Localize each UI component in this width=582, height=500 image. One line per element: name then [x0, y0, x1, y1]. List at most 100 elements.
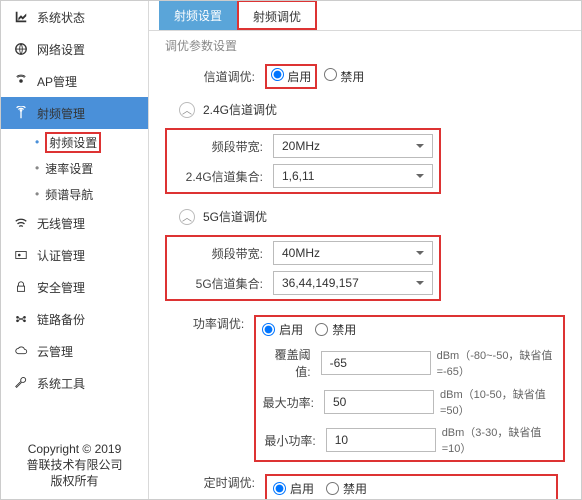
- select-bw-5g[interactable]: 40MHz: [273, 241, 433, 265]
- radio-disable[interactable]: 禁用: [315, 321, 356, 338]
- radio-label: 禁用: [343, 480, 367, 497]
- group-5g[interactable]: ︿ 5G信道调优: [165, 208, 565, 225]
- sub-rf-settings[interactable]: 射频设置: [1, 129, 148, 155]
- nav-label: 网络设置: [37, 41, 85, 58]
- tab-rf-optimize[interactable]: 射频调优: [237, 1, 317, 30]
- radio-disable[interactable]: 禁用: [326, 480, 367, 497]
- radio-input[interactable]: [315, 323, 328, 336]
- copyright-line: Copyright © 2019: [6, 441, 143, 457]
- select-set-24g[interactable]: 1,6,11: [273, 164, 433, 188]
- label-pmax: 最大功率:: [262, 394, 324, 411]
- nav-tools[interactable]: 系统工具: [1, 367, 148, 399]
- label-set24: 2.4G信道集合:: [173, 168, 273, 185]
- group-title: 2.4G信道调优: [203, 101, 277, 118]
- sub-rate[interactable]: 速率设置: [1, 155, 148, 181]
- copyright: Copyright © 2019 普联技术有限公司 版权所有: [1, 431, 148, 499]
- nav-security[interactable]: 安全管理: [1, 271, 148, 303]
- ap-icon: [13, 73, 29, 89]
- copyright-line: 普联技术有限公司: [6, 457, 143, 473]
- radio-input[interactable]: [262, 323, 275, 336]
- label-bandwidth: 频段带宽:: [173, 138, 273, 155]
- label-timed: 定时调优:: [165, 474, 265, 491]
- main-panel: 射频设置 射频调优 调优参数设置 信道调优: 启用 禁用 ︿ 2.4G信道调优 频…: [149, 1, 581, 499]
- antenna-icon: [13, 105, 29, 121]
- nav-label: 认证管理: [37, 247, 85, 264]
- group-24g[interactable]: ︿ 2.4G信道调优: [165, 101, 565, 118]
- sub-spectrum[interactable]: 频谱导航: [1, 181, 148, 207]
- chevron-up-icon: ︿: [179, 102, 195, 118]
- select-bw-24g[interactable]: 20MHz: [273, 134, 433, 158]
- highlight-box: 频段带宽: 20MHz 2.4G信道集合: 1,6,11: [165, 128, 441, 194]
- select-set-5g[interactable]: 36,44,149,157: [273, 271, 433, 295]
- copyright-line: 版权所有: [6, 473, 143, 489]
- highlight-box: 频段带宽: 40MHz 5G信道集合: 36,44,149,157: [165, 235, 441, 301]
- label-power: 功率调优:: [165, 315, 254, 332]
- input-cover[interactable]: [321, 351, 431, 375]
- link-icon: [13, 311, 29, 327]
- sub-label: 速率设置: [45, 160, 93, 177]
- form-content: 信道调优: 启用 禁用 ︿ 2.4G信道调优 频段带宽: 20MHz 2.4G信道…: [149, 64, 581, 499]
- nav-label: 系统工具: [37, 375, 85, 392]
- radio-label: 禁用: [340, 70, 364, 84]
- radio-disable[interactable]: 禁用: [324, 68, 364, 85]
- radio-enable[interactable]: 启用: [271, 68, 311, 85]
- label-pmin: 最小功率:: [262, 432, 326, 449]
- id-icon: [13, 247, 29, 263]
- globe-icon: [13, 41, 29, 57]
- radio-enable[interactable]: 启用: [262, 321, 303, 338]
- radio-input[interactable]: [271, 68, 284, 81]
- nav-wireless[interactable]: 无线管理: [1, 207, 148, 239]
- select-value: 36,44,149,157: [282, 276, 359, 290]
- nav-system-status[interactable]: 系统状态: [1, 1, 148, 33]
- radio-label: 启用: [279, 321, 303, 338]
- cloud-icon: [13, 343, 29, 359]
- unit-text: dBm（-80~-50，缺省值=-65）: [437, 347, 557, 379]
- radio-enable[interactable]: 启用: [273, 480, 314, 497]
- radio-label: 启用: [287, 70, 311, 84]
- nav-label: 安全管理: [37, 279, 85, 296]
- highlight-box: 启用 禁用 覆盖阈值: dBm（-80~-50，缺省值=-65） 最大功率: dBm…: [254, 315, 565, 462]
- nav-label: 射频管理: [37, 105, 85, 122]
- sub-label: 射频设置: [45, 132, 101, 153]
- chevron-up-icon: ︿: [179, 209, 195, 225]
- wrench-icon: [13, 375, 29, 391]
- nav-rf[interactable]: 射频管理: [1, 97, 148, 129]
- highlight-box: 启用 禁用 日期:每天 时间: 00 : 00 : 00 (HH:MM:SS): [265, 474, 558, 499]
- nav-label: 系统状态: [37, 9, 85, 26]
- nav-backup[interactable]: 链路备份: [1, 303, 148, 335]
- label-channel: 信道调优:: [165, 68, 265, 85]
- nav-list: 系统状态 网络设置 AP管理 射频管理 射频设置 速率设置 频谱导航 无线管理 …: [1, 1, 148, 431]
- nav-network[interactable]: 网络设置: [1, 33, 148, 65]
- radio-input[interactable]: [324, 68, 337, 81]
- nav-label: 链路备份: [37, 311, 85, 328]
- tab-rf-settings[interactable]: 射频设置: [159, 1, 237, 30]
- nav-cloud[interactable]: 云管理: [1, 335, 148, 367]
- label-cover: 覆盖阈值:: [262, 346, 320, 380]
- radio-label: 禁用: [332, 321, 356, 338]
- highlight-box: 启用: [265, 64, 317, 89]
- radio-label: 启用: [290, 480, 314, 497]
- group-title: 5G信道调优: [203, 208, 267, 225]
- nav-ap[interactable]: AP管理: [1, 65, 148, 97]
- radio-input[interactable]: [326, 482, 339, 495]
- nav-label: 云管理: [37, 343, 73, 360]
- radio-input[interactable]: [273, 482, 286, 495]
- lock-icon: [13, 279, 29, 295]
- select-value: 20MHz: [282, 139, 320, 153]
- wifi-icon: [13, 215, 29, 231]
- unit-text: dBm（3-30，缺省值=10）: [442, 424, 557, 456]
- input-pmax[interactable]: [324, 390, 434, 414]
- label-bandwidth: 频段带宽:: [173, 245, 273, 262]
- select-value: 40MHz: [282, 246, 320, 260]
- select-value: 1,6,11: [282, 169, 314, 183]
- nav-label: AP管理: [37, 73, 77, 90]
- label-set5: 5G信道集合:: [173, 275, 273, 292]
- sidebar: 系统状态 网络设置 AP管理 射频管理 射频设置 速率设置 频谱导航 无线管理 …: [1, 1, 149, 499]
- unit-text: dBm（10-50，缺省值=50）: [440, 386, 557, 418]
- nav-auth[interactable]: 认证管理: [1, 239, 148, 271]
- section-subtitle: 调优参数设置: [149, 31, 581, 64]
- input-pmin[interactable]: [326, 428, 436, 452]
- chart-icon: [13, 9, 29, 25]
- tab-bar: 射频设置 射频调优: [149, 1, 581, 31]
- nav-label: 无线管理: [37, 215, 85, 232]
